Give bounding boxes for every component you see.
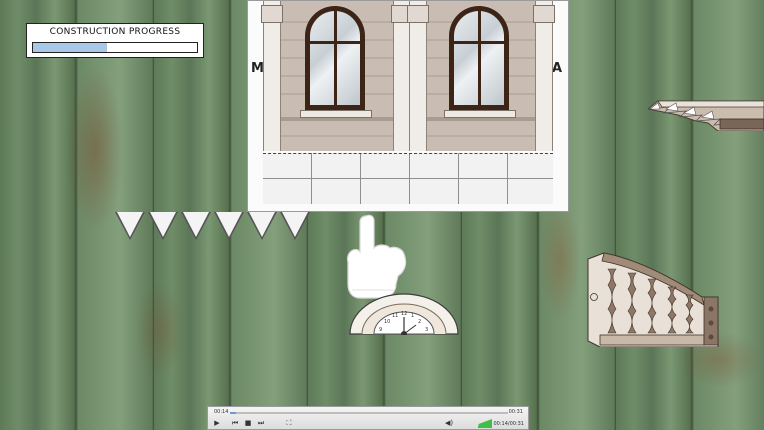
svg-text:1: 1 (411, 313, 414, 319)
progress-title: CONSTRUCTION PROGRESS (49, 27, 181, 37)
side-label-left: M (251, 61, 264, 76)
window-sill (444, 110, 516, 118)
svg-text:12: 12 (401, 311, 407, 317)
progress-bar-fill (33, 43, 107, 52)
media-player-bar: 00:14 00:31 ▶ ⏮ ■ ⏭ ⛶ ◀) 00:14/00:31 (207, 406, 529, 430)
svg-text:10: 10 (384, 319, 390, 325)
arched-window-left (305, 6, 365, 110)
stop-button[interactable]: ■ (243, 419, 253, 428)
side-label-right: A (551, 61, 562, 76)
next-button[interactable]: ⏭ (256, 419, 266, 428)
stone-block-base (263, 153, 553, 204)
window-sill (300, 110, 372, 118)
volume-slider[interactable] (468, 419, 492, 428)
pilaster (261, 1, 283, 151)
play-button[interactable]: ▶ (212, 419, 222, 428)
time-display: 00:14/00:31 (493, 421, 524, 427)
glue-tabs (115, 212, 315, 240)
end-time: 00:31 (508, 409, 523, 415)
balustrade-piece[interactable] (586, 251, 720, 347)
seek-bar-fill (230, 412, 236, 414)
arched-window-right (449, 6, 509, 110)
clock-arch-piece[interactable]: 91011 12 123 (348, 293, 460, 335)
construction-progress-panel: CONSTRUCTION PROGRESS (26, 23, 204, 58)
building-facade-piece[interactable]: M A (247, 0, 569, 212)
seek-bar[interactable] (230, 412, 508, 414)
current-time: 00:14 (214, 409, 229, 415)
progress-bar (32, 42, 198, 53)
pilaster (533, 1, 555, 151)
svg-text:9: 9 (379, 327, 382, 333)
pilaster (407, 1, 429, 151)
svg-text:3: 3 (425, 327, 428, 333)
previous-button[interactable]: ⏮ (230, 419, 240, 428)
volume-icon[interactable]: ◀) (444, 419, 454, 428)
facade-wall (261, 1, 555, 151)
fullscreen-button[interactable]: ⛶ (284, 419, 294, 428)
svg-text:2: 2 (418, 319, 421, 325)
glove-hand-cursor-icon (347, 214, 407, 299)
stair-piece[interactable] (648, 97, 764, 131)
svg-text:11: 11 (392, 313, 398, 319)
